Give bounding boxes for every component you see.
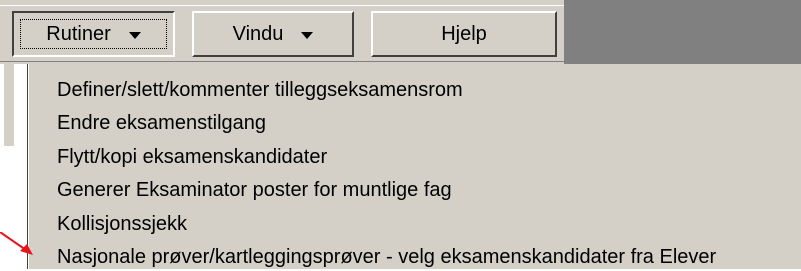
menu-item-label: Generer Eksaminator poster for muntlige … [57, 178, 452, 201]
rutiner-dropdown-menu: Definer/slett/kommenter tilleggseksamens… [28, 64, 801, 269]
menu-item-endre-eksamenstilgang[interactable]: Endre eksamenstilgang [57, 109, 266, 137]
menu-item-label: Nasjonale prøver/kartleggingsprøver - ve… [57, 245, 717, 268]
menu-item-definer-tilleggseksamensrom[interactable]: Definer/slett/kommenter tilleggseksamens… [57, 76, 463, 104]
chevron-down-icon [128, 31, 141, 39]
chevron-down-icon [301, 31, 314, 39]
toolbar-bottom-shadow [0, 61, 564, 62]
menu-item-label: Flytt/kopi eksamenskandidater [57, 145, 328, 168]
menu-item-generer-eksaminator-poster[interactable]: Generer Eksaminator poster for muntlige … [57, 176, 452, 204]
menu-item-label: Definer/slett/kommenter tilleggseksamens… [57, 78, 463, 101]
hjelp-button[interactable]: Hjelp [371, 11, 557, 57]
menu-item-kollisjonssjekk[interactable]: Kollisjonssjekk [57, 210, 187, 238]
red-arrow-icon [0, 232, 33, 255]
menu-item-nasjonale-prover[interactable]: Nasjonale prøver/kartleggingsprøver - ve… [57, 243, 716, 271]
menu-item-flytt-kopi-kandidater[interactable]: Flytt/kopi eksamenskandidater [57, 143, 327, 171]
toolbar-empty-area [564, 0, 801, 64]
background-panel-edge [4, 64, 14, 146]
vindu-menu-button[interactable]: Vindu [192, 11, 354, 57]
toolbar: Rutiner Vindu Hjelp [0, 0, 801, 64]
rutiner-label: Rutiner [46, 22, 111, 45]
menu-item-label: Endre eksamenstilgang [57, 111, 267, 134]
vindu-label: Vindu [232, 22, 284, 45]
hjelp-label: Hjelp [441, 22, 487, 45]
menu-item-label: Kollisjonssjekk [57, 212, 188, 235]
rutiner-menu-button[interactable]: Rutiner [12, 11, 175, 57]
